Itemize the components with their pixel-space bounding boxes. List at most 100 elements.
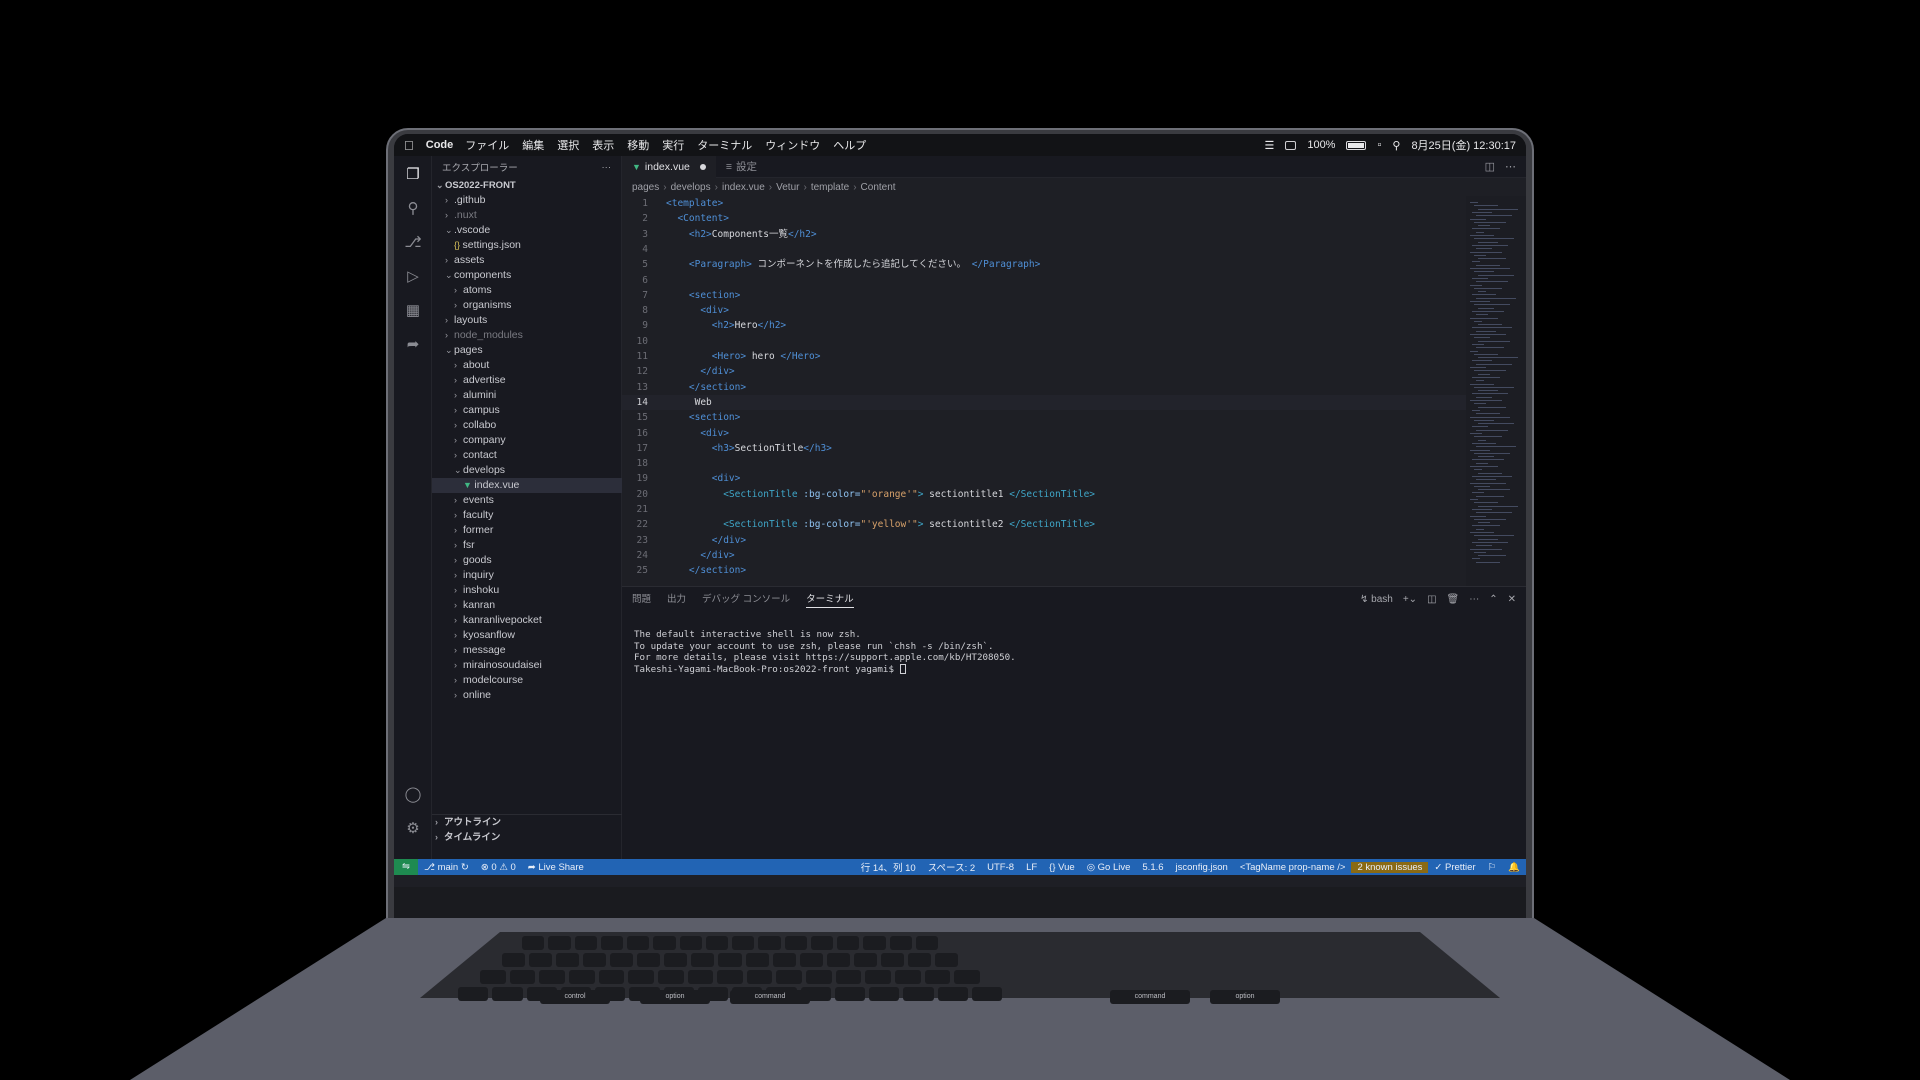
tree-item[interactable]: › mirainosoudaisei [432, 658, 622, 673]
tree-item[interactable]: › modelcourse [432, 673, 622, 688]
search-icon[interactable]: ⚲ [1392, 139, 1400, 152]
menu-app-name[interactable]: Code [426, 139, 454, 151]
apple-icon[interactable]:  [404, 138, 414, 153]
code-line[interactable]: 1 <template> [622, 196, 1502, 211]
tree-item[interactable]: › fsr [432, 538, 622, 553]
tree-item[interactable]: ⌄.vscode [432, 223, 622, 238]
code-line[interactable]: 24 </div> [622, 548, 1502, 563]
code-line[interactable]: 26 [622, 579, 1502, 581]
tree-item[interactable]: ⌄components [432, 268, 622, 283]
code-line[interactable]: 9 <h2>Hero</h2> [622, 318, 1502, 333]
live-share-icon[interactable]: ➦ [402, 334, 424, 356]
jsconfig[interactable]: jsconfig.json [1170, 862, 1234, 873]
code-line[interactable]: 25 </section> [622, 563, 1502, 578]
ts-version[interactable]: 5.1.6 [1136, 862, 1169, 873]
branch-indicator[interactable]: ⎇ main ↻ [418, 862, 475, 873]
workspace-root[interactable]: ⌄OS2022-FRONT [432, 178, 622, 193]
new-terminal-icon[interactable]: +⌄ [1403, 594, 1417, 605]
breadcrumb-item[interactable]: Content [861, 182, 896, 193]
tree-item[interactable]: ⌄pages [432, 343, 622, 358]
code-line[interactable]: 8 <div> [622, 303, 1502, 318]
tree-item[interactable]: › inshoku [432, 583, 622, 598]
code-line[interactable]: 2 <Content> [622, 211, 1502, 226]
tree-item[interactable]: › atoms [432, 283, 622, 298]
tree-item[interactable]: ⌄develops [432, 463, 622, 478]
tree-item[interactable]: › assets [432, 253, 622, 268]
code-line[interactable]: 20 <SectionTitle :bg-color="'orange'"> s… [622, 487, 1502, 502]
menu-item[interactable]: 選択 [557, 137, 579, 153]
wifi-icon[interactable]: ☰ [1264, 139, 1274, 152]
tree-item[interactable]: › node_modules [432, 328, 622, 343]
tree-item[interactable]: › inquiry [432, 568, 622, 583]
code-line[interactable]: 22 <SectionTitle :bg-color="'yellow'"> s… [622, 517, 1502, 532]
tree-item[interactable]: {} settings.json [432, 238, 622, 253]
breadcrumb-item[interactable]: develops [671, 182, 711, 193]
tree-item[interactable]: › advertise [432, 373, 622, 388]
tree-item[interactable]: › contact [432, 448, 622, 463]
go-live-button[interactable]: ◎ Go Live [1081, 862, 1137, 873]
tree-item[interactable]: › goods [432, 553, 622, 568]
tab-settings[interactable]: ≡ 設定 [716, 156, 767, 178]
battery-icon[interactable] [1346, 140, 1367, 150]
tree-item[interactable]: › layouts [432, 313, 622, 328]
terminal-output[interactable]: The default interactive shell is now zsh… [634, 629, 1016, 675]
tree-item[interactable]: › about [432, 358, 622, 373]
account-icon[interactable]: ◯ [402, 784, 424, 806]
source-control-icon[interactable]: ⎇ [402, 232, 424, 254]
breadcrumb-item[interactable]: template [811, 182, 849, 193]
split-editor-icon[interactable]: ◫ [1485, 160, 1495, 173]
close-panel-icon[interactable]: ✕ [1508, 594, 1516, 605]
minimap[interactable] [1466, 196, 1526, 586]
remote-icon[interactable]: ⇋ [394, 859, 418, 875]
code-line[interactable]: 11 <Hero> hero </Hero> [622, 349, 1502, 364]
panel-tab[interactable]: 問題 [632, 591, 651, 608]
language-mode[interactable]: {} Vue [1043, 862, 1081, 873]
notifications-icon[interactable]: 🔔 [1502, 862, 1526, 873]
code-line[interactable]: 17 <h3>SectionTitle</h3> [622, 441, 1502, 456]
tree-item[interactable]: › kyosanflow [432, 628, 622, 643]
outline-section[interactable]: › アウトライン [432, 815, 622, 830]
tree-item[interactable]: › organisms [432, 298, 622, 313]
tree-item[interactable]: › kanran [432, 598, 622, 613]
control-center-icon[interactable]: ▫ [1377, 139, 1381, 151]
tree-item[interactable]: › alumini [432, 388, 622, 403]
tab-index-vue[interactable]: ▼ index.vue [622, 155, 716, 178]
tree-item[interactable]: › message [432, 643, 622, 658]
maximize-panel-icon[interactable]: ⌃ [1489, 594, 1497, 605]
run-debug-icon[interactable]: ▷ [402, 266, 424, 288]
code-line[interactable]: 7 <section> [622, 288, 1502, 303]
breadcrumb-item[interactable]: index.vue [722, 182, 765, 193]
terminal-shell-label[interactable]: ↯ bash [1360, 594, 1393, 605]
code-line[interactable]: 4 [622, 242, 1502, 257]
code-editor[interactable]: 1 <template> 2 <Content> 3 <h2>Components一覧… [622, 196, 1502, 580]
extensions-icon[interactable]: ▦ [402, 300, 424, 322]
indentation[interactable]: スペース: 2 [922, 860, 981, 874]
feedback-icon[interactable]: ⚐ [1482, 862, 1503, 873]
cursor-position[interactable]: 行 14、列 10 [855, 860, 922, 874]
code-line[interactable]: 15 <section> [622, 410, 1502, 425]
code-line[interactable]: 18 [622, 456, 1502, 471]
tree-item[interactable]: › faculty [432, 508, 622, 523]
menu-item[interactable]: 表示 [592, 137, 614, 153]
encoding[interactable]: UTF-8 [981, 862, 1020, 873]
search-view-icon[interactable]: ⚲ [402, 198, 424, 220]
tree-item[interactable]: › former [432, 523, 622, 538]
settings-gear-icon[interactable]: ⚙ [402, 818, 424, 840]
menu-item[interactable]: ヘルプ [833, 137, 866, 153]
breadcrumb-item[interactable]: pages [632, 182, 659, 193]
panel-tab[interactable]: 出力 [667, 591, 686, 608]
breadcrumb-item[interactable]: Vetur [776, 182, 799, 193]
tree-item[interactable]: › .nuxt [432, 208, 622, 223]
menu-item[interactable]: 実行 [662, 137, 684, 153]
menu-item[interactable]: 移動 [627, 137, 649, 153]
code-line[interactable]: 13 </section> [622, 380, 1502, 395]
timeline-section[interactable]: › タイムライン [432, 830, 622, 845]
editor-more-icon[interactable]: ⋯ [1505, 160, 1516, 173]
more-actions-icon[interactable]: ··· [602, 162, 612, 173]
menu-item[interactable]: 編集 [522, 137, 544, 153]
panel-more-icon[interactable]: ⋯ [1469, 594, 1479, 605]
code-line[interactable]: 12 </div> [622, 364, 1502, 379]
input-source-icon[interactable] [1285, 140, 1297, 150]
tree-item[interactable]: › company [432, 433, 622, 448]
menu-item[interactable]: ファイル [465, 137, 509, 153]
